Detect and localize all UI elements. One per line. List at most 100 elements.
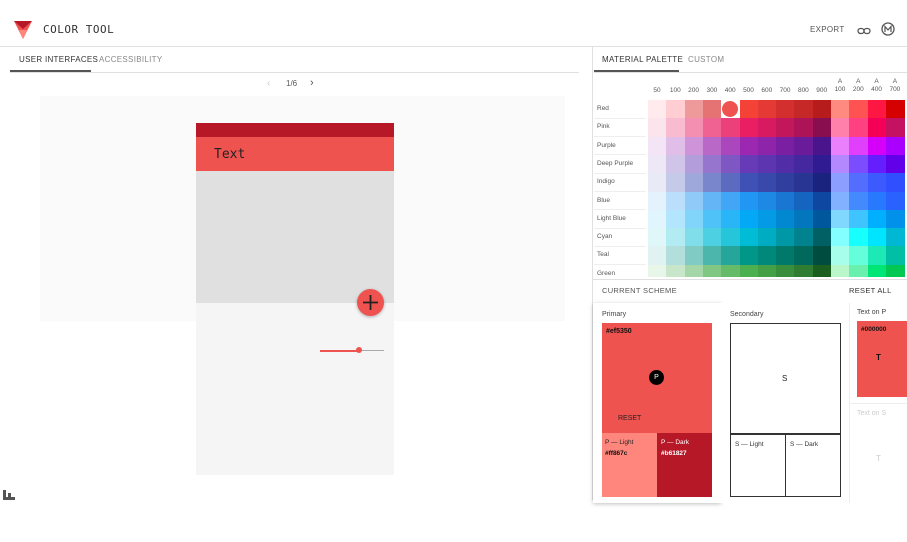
palette-swatch[interactable] [666, 173, 686, 192]
palette-swatch[interactable] [684, 228, 704, 247]
palette-swatch[interactable] [648, 118, 667, 138]
palette-swatch[interactable] [684, 100, 704, 119]
palette-swatch[interactable] [757, 264, 777, 277]
secondary-light-swatch[interactable]: S — Light [730, 433, 786, 497]
palette-swatch[interactable] [849, 209, 869, 229]
palette-swatch[interactable] [849, 246, 869, 266]
palette-swatch[interactable] [776, 264, 795, 277]
palette-swatch[interactable] [794, 228, 814, 247]
palette-swatch[interactable] [776, 191, 795, 211]
palette-swatch[interactable] [702, 228, 722, 247]
palette-swatch[interactable] [849, 191, 869, 211]
palette-swatch[interactable] [776, 154, 795, 174]
palette-swatch[interactable] [885, 191, 905, 211]
palette-swatch[interactable] [776, 100, 795, 119]
palette-swatch[interactable] [684, 154, 704, 174]
palette-swatch[interactable] [684, 136, 704, 156]
palette-swatch[interactable] [721, 264, 740, 277]
palette-swatch[interactable] [776, 246, 795, 266]
palette-swatch[interactable] [867, 246, 887, 266]
palette-swatch[interactable] [885, 209, 905, 229]
palette-swatch[interactable] [867, 154, 887, 174]
palette-swatch[interactable] [721, 246, 740, 266]
palette-swatch[interactable] [684, 191, 704, 211]
palette-swatch[interactable] [885, 228, 905, 247]
palette-swatch[interactable] [776, 173, 795, 192]
secondary-swatch[interactable]: S [730, 323, 841, 435]
palette-swatch[interactable] [648, 173, 667, 192]
palette-swatch[interactable] [721, 154, 740, 174]
palette-swatch[interactable] [849, 228, 869, 247]
palette-swatch[interactable] [739, 118, 759, 138]
palette-swatch[interactable] [812, 100, 832, 119]
palette-swatch[interactable] [867, 173, 887, 192]
palette-swatch[interactable] [849, 264, 869, 277]
palette-swatch[interactable] [794, 118, 814, 138]
palette-swatch[interactable] [739, 209, 759, 229]
primary-dark-swatch[interactable]: P — Dark #b61827 [657, 433, 712, 497]
primary-light-swatch[interactable]: P — Light #ff867c [602, 433, 657, 497]
palette-swatch[interactable] [648, 191, 667, 211]
palette-swatch[interactable] [648, 228, 667, 247]
palette-swatch[interactable] [666, 264, 686, 277]
palette-swatch[interactable] [666, 154, 686, 174]
palette-swatch[interactable] [867, 191, 887, 211]
palette-swatch[interactable] [885, 264, 905, 277]
palette-swatch[interactable] [812, 228, 832, 247]
feedback-icon[interactable] [3, 487, 15, 500]
palette-swatch[interactable] [867, 228, 887, 247]
palette-swatch[interactable] [812, 246, 832, 266]
palette-swatch[interactable] [812, 264, 832, 277]
palette-swatch[interactable] [666, 118, 686, 138]
palette-swatch[interactable] [812, 173, 832, 192]
text-on-p-swatch[interactable]: #000000 T [857, 321, 907, 397]
palette-swatch[interactable] [757, 136, 777, 156]
palette-swatch[interactable] [684, 173, 704, 192]
palette-swatch[interactable] [757, 100, 777, 119]
palette-swatch[interactable] [702, 173, 722, 192]
palette-swatch[interactable] [721, 136, 740, 156]
palette-swatch[interactable] [849, 154, 869, 174]
palette-swatch[interactable] [721, 118, 740, 138]
palette-swatch[interactable] [721, 173, 740, 192]
palette-swatch[interactable] [684, 264, 704, 277]
palette-swatch[interactable] [702, 100, 722, 119]
palette-swatch[interactable] [885, 118, 905, 138]
palette-swatch[interactable] [794, 173, 814, 192]
palette-swatch[interactable] [648, 264, 667, 277]
palette-swatch[interactable] [739, 264, 759, 277]
palette-swatch[interactable] [831, 264, 850, 277]
palette-swatch[interactable] [867, 100, 887, 119]
palette-swatch[interactable] [849, 173, 869, 192]
palette-swatch[interactable] [666, 100, 686, 119]
palette-swatch[interactable] [812, 136, 832, 156]
palette-swatch[interactable] [831, 136, 850, 156]
palette-swatch[interactable] [757, 118, 777, 138]
palette-swatch[interactable] [831, 154, 850, 174]
palette-swatch[interactable] [776, 118, 795, 138]
palette-swatch[interactable] [849, 118, 869, 138]
palette-swatch[interactable] [666, 228, 686, 247]
palette-swatch[interactable] [885, 154, 905, 174]
palette-swatch[interactable] [812, 191, 832, 211]
palette-swatch[interactable] [739, 191, 759, 211]
palette-swatch[interactable] [702, 209, 722, 229]
palette-swatch[interactable] [739, 154, 759, 174]
palette-swatch[interactable] [794, 246, 814, 266]
palette-swatch[interactable] [776, 136, 795, 156]
palette-swatch[interactable] [702, 136, 722, 156]
palette-swatch[interactable] [885, 136, 905, 156]
palette-swatch[interactable] [831, 209, 850, 229]
palette-swatch[interactable] [794, 154, 814, 174]
palette-swatch[interactable] [666, 209, 686, 229]
palette-swatch[interactable] [831, 173, 850, 192]
palette-swatch[interactable] [666, 136, 686, 156]
primary-swatch[interactable]: #ef5350 P RESET [602, 323, 712, 433]
palette-swatch[interactable] [812, 209, 832, 229]
palette-swatch[interactable] [885, 173, 905, 192]
palette-swatch[interactable] [794, 209, 814, 229]
palette-swatch[interactable] [739, 100, 759, 119]
palette-swatch[interactable] [867, 209, 887, 229]
palette-swatch[interactable] [812, 154, 832, 174]
palette-swatch[interactable] [739, 228, 759, 247]
